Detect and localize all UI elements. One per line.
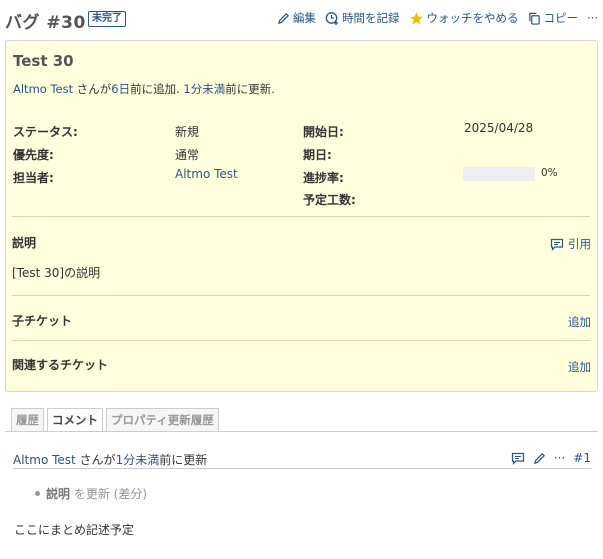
assignee-link[interactable]: Altmo Test (175, 167, 238, 181)
author-link[interactable]: Altmo Test (13, 82, 73, 96)
divider (12, 295, 590, 296)
issue-subject: Test 30 (13, 52, 74, 70)
history-tabs: 履歴 コメント プロパティ更新履歴 (11, 408, 219, 432)
divider (12, 340, 590, 341)
copy-button[interactable]: コピー (528, 10, 579, 26)
subtasks-label: 子チケット (12, 314, 73, 328)
journal-author-link[interactable]: Altmo Test (13, 453, 76, 467)
tab-comments[interactable]: コメント (47, 408, 103, 432)
journal-text1: さんが (75, 453, 116, 467)
detail-text: を更新 ( (70, 487, 119, 501)
description-label: 説明 (12, 236, 37, 250)
quote-button[interactable]: 引用 (550, 236, 591, 252)
unwatch-label: ウォッチをやめる (426, 11, 519, 25)
progress-bar (463, 167, 535, 181)
quote-label: 引用 (568, 237, 591, 251)
updated-time-link[interactable]: 1分未満 (183, 82, 225, 96)
copy-icon (528, 12, 540, 25)
author-line: Altmo Test さんが6日前に追加. 1分未満前に更新. (13, 81, 275, 97)
assignee-label: 担当者: (13, 171, 54, 185)
star-icon (409, 11, 423, 24)
comment-quote-icon[interactable] (511, 452, 525, 465)
journal-text2: 前に更新 (159, 453, 208, 467)
pencil-icon (277, 12, 290, 24)
author-text3: 前に更新. (225, 82, 275, 96)
log-time-button[interactable]: 時間を記録 (325, 10, 400, 26)
edit-label: 編集 (293, 11, 317, 25)
detail-field: 説明 (46, 487, 71, 501)
progress-label: 進捗率: (303, 171, 344, 185)
diff-link[interactable]: 差分 (118, 487, 142, 501)
edit-button[interactable]: 編集 (277, 10, 316, 26)
added-time-link[interactable]: 6日 (111, 82, 130, 96)
add-subtask-link[interactable]: 追加 (568, 314, 591, 330)
estimated-hours-label: 予定工数: (303, 193, 356, 207)
journal-time-link[interactable]: 1分未満 (116, 453, 160, 467)
status-value: 新規 (175, 125, 200, 139)
journal-number-link[interactable]: #1 (573, 451, 591, 465)
comment-quote-icon (550, 238, 564, 251)
detail-close: ) (142, 487, 148, 501)
journal-more-button[interactable]: ··· (554, 451, 565, 465)
issue-actions: 編集 時間を記録 ウォッチをやめる コピー ··· (277, 10, 598, 26)
journal-header: Altmo Test さんが1分未満前に更新 ··· #1 (13, 451, 591, 469)
tab-property-changes[interactable]: プロパティ更新履歴 (106, 408, 219, 432)
description-text: [Test 30]の説明 (12, 266, 101, 280)
divider (12, 216, 590, 217)
journal-actions: ··· #1 (511, 451, 591, 465)
relations-label: 関連するチケット (12, 358, 109, 372)
add-relation-link[interactable]: 追加 (568, 359, 591, 375)
journal-detail: 説明 を更新 (差分) (35, 485, 147, 502)
copy-label: コピー (543, 11, 579, 25)
progress-percent: 0% (541, 167, 558, 179)
status-badge: 未完了 (88, 11, 126, 27)
more-actions-button[interactable]: ··· (587, 11, 598, 25)
tab-history[interactable]: 履歴 (11, 408, 44, 432)
start-date-value: 2025/04/28 (464, 121, 534, 135)
journal-notes: ここにまとめ記述予定 (14, 523, 135, 537)
author-text2: 前に追加. (130, 82, 184, 96)
status-label: ステータス: (13, 125, 78, 139)
due-date-label: 期日: (303, 148, 332, 162)
priority-value: 通常 (175, 148, 200, 162)
author-text1: さんが (73, 82, 112, 96)
tabs-underline (5, 431, 598, 432)
priority-label: 優先度: (13, 148, 54, 162)
clock-plus-icon (325, 12, 339, 25)
unwatch-button[interactable]: ウォッチをやめる (409, 10, 519, 26)
bullet (35, 491, 40, 496)
start-date-label: 開始日: (303, 125, 344, 139)
issue-header: バグ #30 未完了 編集 時間を記録 ウォッチをやめる コピー ··· (5, 8, 598, 33)
log-time-label: 時間を記録 (342, 11, 400, 25)
page-title: バグ #30 (5, 13, 86, 33)
pencil-icon[interactable] (533, 452, 546, 465)
